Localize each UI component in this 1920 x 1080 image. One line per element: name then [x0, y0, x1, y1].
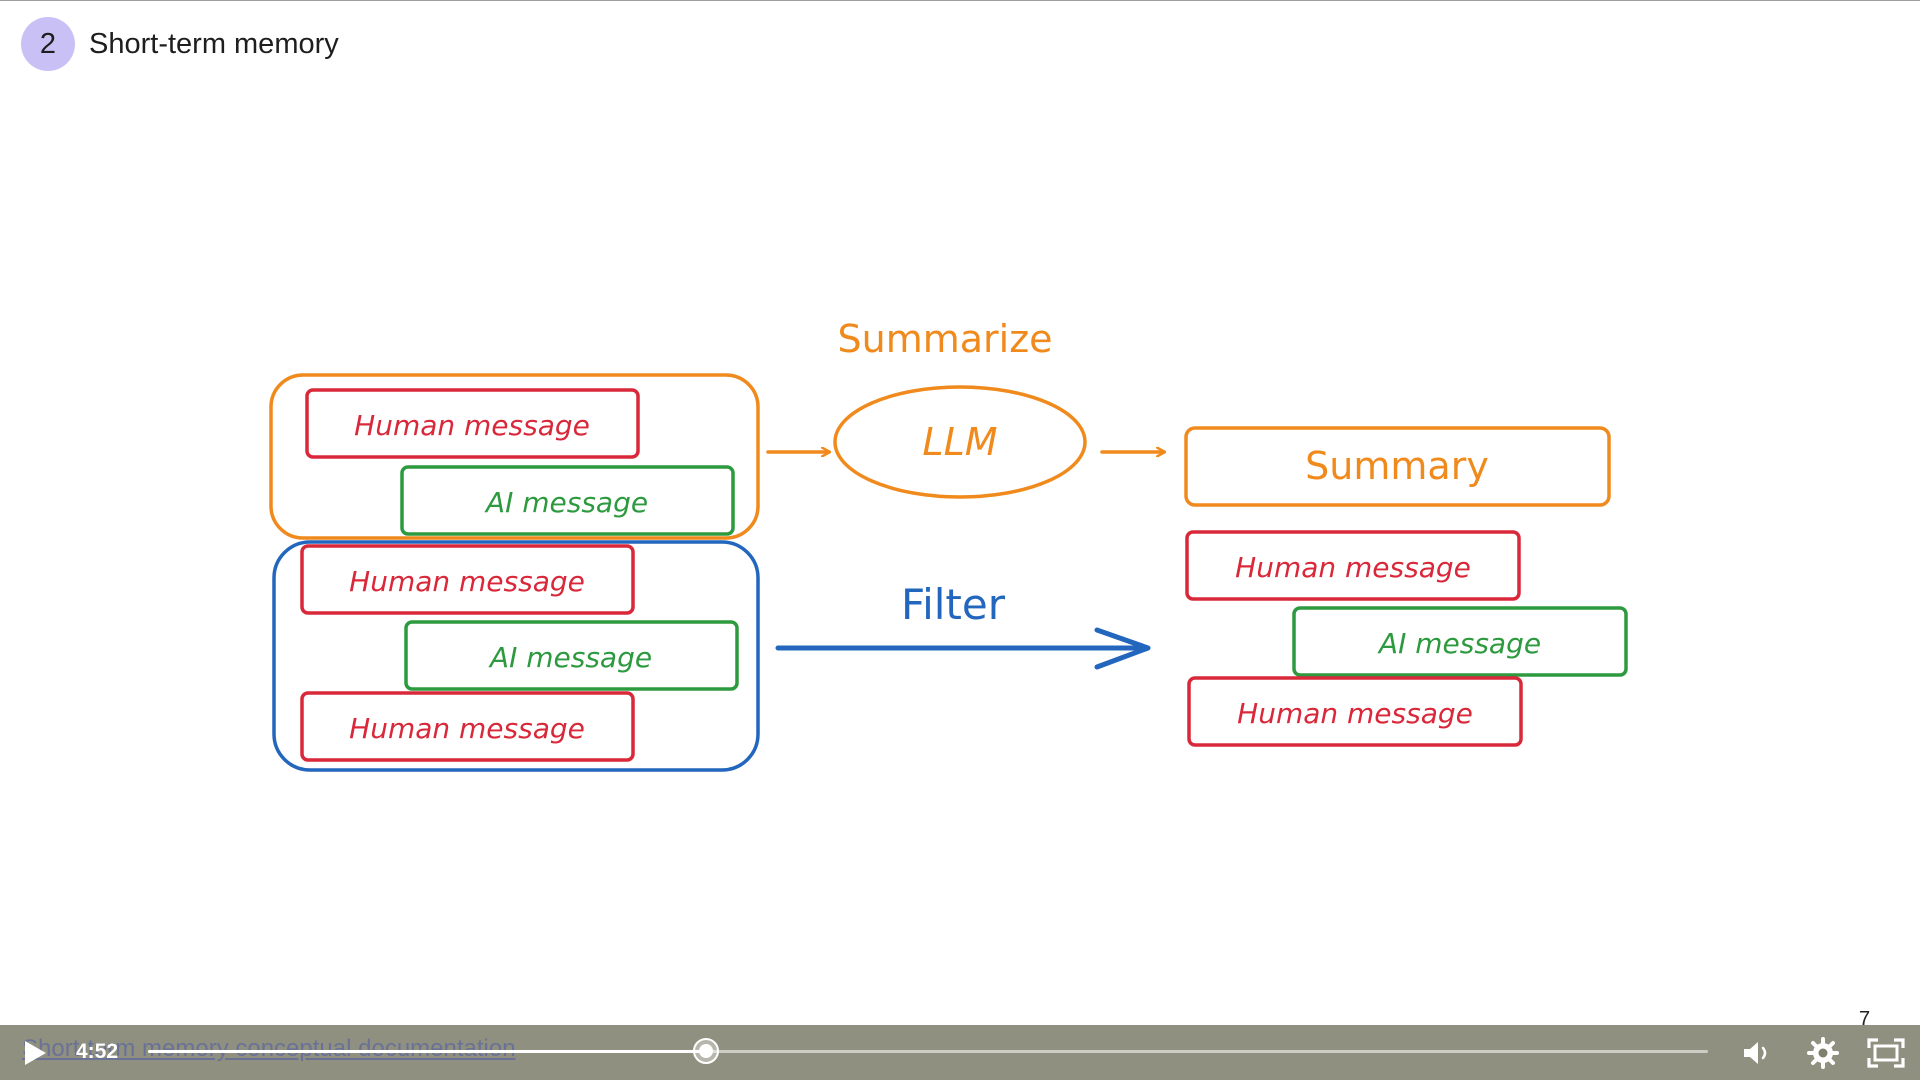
seek-handle-center — [699, 1044, 713, 1058]
svg-text:Human message: Human message — [349, 712, 585, 745]
summarize-label: Summarize — [837, 317, 1052, 361]
llm-node: LLM — [833, 385, 1087, 499]
svg-text:AI message: AI message — [488, 641, 652, 674]
svg-text:AI message: AI message — [1377, 627, 1541, 660]
settings-gear-icon[interactable] — [1807, 1037, 1839, 1069]
seek-bar[interactable] — [148, 1038, 1708, 1064]
summarize-group-ai-message: AI message — [400, 465, 735, 536]
result-human-message-1: Human message — [1185, 530, 1521, 601]
fullscreen-icon[interactable] — [1866, 1037, 1906, 1069]
filter-group-human-message-2: Human message — [300, 691, 635, 762]
seek-bar-progress — [148, 1050, 706, 1053]
svg-text:Human message: Human message — [1237, 697, 1473, 730]
filter-group-human-message-1: Human message — [300, 544, 635, 615]
svg-text:AI message: AI message — [484, 486, 648, 519]
svg-text:Human message: Human message — [349, 565, 585, 598]
memory-diagram: Human message AI message Human message A… — [269, 317, 1628, 772]
svg-text:LLM: LLM — [922, 420, 997, 464]
result-human-message-2: Human message — [1187, 676, 1523, 747]
summarize-group-human-message: Human message — [305, 388, 640, 459]
seek-handle[interactable] — [693, 1038, 719, 1064]
svg-text:Human message: Human message — [1235, 551, 1471, 584]
svg-text:Human message: Human message — [354, 409, 590, 442]
current-time: 4:52 — [76, 1040, 119, 1063]
volume-icon[interactable] — [1742, 1040, 1772, 1066]
summary-box: Summary — [1184, 426, 1611, 507]
result-ai-message: AI message — [1292, 606, 1628, 677]
filter-group-ai-message: AI message — [404, 620, 739, 691]
filter-label: Filter — [901, 580, 1006, 629]
play-icon[interactable] — [22, 1039, 48, 1067]
svg-text:Summary: Summary — [1305, 444, 1489, 488]
filter-arrow — [775, 627, 1151, 670]
